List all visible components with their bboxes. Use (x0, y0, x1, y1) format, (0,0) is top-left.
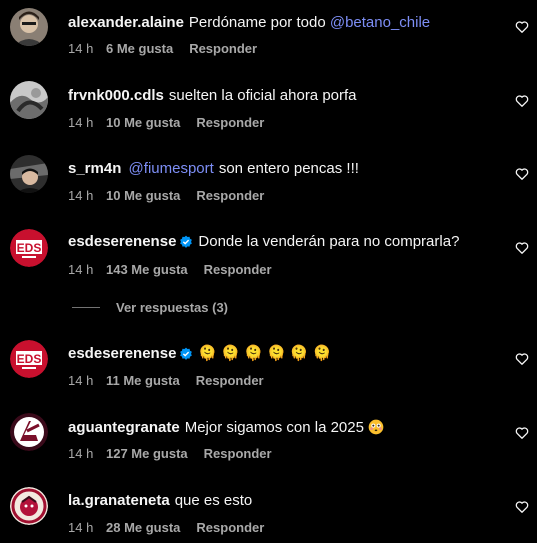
reply-button[interactable]: Responder (196, 373, 264, 389)
comment-text: suelten la oficial ahora porfa (168, 87, 357, 104)
comment-meta: 14 h 10 Me gusta Responder (68, 188, 264, 204)
svg-text:EDS: EDS (17, 241, 42, 255)
comment-username[interactable]: frvnk000.cdls (68, 87, 164, 104)
comment-time[interactable]: 14 h (68, 41, 106, 57)
comment-username[interactable]: esdeserenense (68, 233, 176, 250)
comment-time[interactable]: 14 h (68, 262, 106, 278)
comment-meta: 14 h 10 Me gusta Responder (68, 115, 264, 131)
comment-line: la.granateneta que es esto (68, 491, 497, 511)
comment-mention[interactable]: @fiumesport (129, 160, 214, 177)
avatar[interactable]: EDS (10, 229, 48, 267)
view-replies-button[interactable]: Ver respuestas (3) (72, 299, 228, 317)
comment-meta: 14 h 28 Me gusta Responder (68, 520, 264, 536)
comment-text: que es esto (174, 492, 253, 509)
comment-likes[interactable]: 11 Me gusta (106, 373, 180, 389)
comment-meta: 14 h 11 Me gusta Responder (68, 373, 264, 389)
avatar[interactable] (10, 487, 48, 525)
comment-mention[interactable]: @betano_chile (330, 14, 430, 31)
comment-meta: 14 h 143 Me gusta Responder (68, 262, 272, 278)
comment-likes[interactable]: 10 Me gusta (106, 188, 180, 204)
avatar[interactable] (10, 413, 48, 451)
comment-line: esdeserenense 🫠 🫠 🫠 🫠 🫠 🫠 (68, 344, 497, 364)
comment-line: alexander.alaine Perdóname por todo @beta… (68, 13, 497, 33)
reply-button[interactable]: Responder (196, 520, 264, 536)
verified-badge-icon (180, 235, 193, 248)
heart-outline-icon[interactable] (515, 426, 529, 440)
heart-outline-icon[interactable] (515, 352, 529, 366)
svg-text:EDS: EDS (17, 352, 42, 366)
comment-username[interactable]: alexander.alaine (68, 14, 184, 31)
comment-line: s_rm4n @fiumesport son entero pencas !!! (68, 159, 497, 179)
reply-button[interactable]: Responder (196, 115, 264, 131)
comment-text: 🫠 🫠 🫠 🫠 🫠 🫠 (198, 345, 332, 362)
reply-button[interactable]: Responder (204, 262, 272, 278)
reply-button[interactable]: Responder (189, 41, 257, 57)
comment-text: Mejor sigamos con la 2025 (184, 419, 364, 436)
comment-likes[interactable]: 6 Me gusta (106, 41, 173, 57)
comment-text: Perdóname por todo (188, 14, 326, 31)
view-replies-label[interactable]: Ver respuestas (3) (116, 300, 228, 315)
comment-username[interactable]: s_rm4n (68, 160, 121, 177)
comment-likes[interactable]: 143 Me gusta (106, 262, 188, 278)
comment-line: frvnk000.cdls suelten la oficial ahora po… (68, 86, 497, 106)
flushed-face-emoji (368, 419, 384, 435)
heart-outline-icon[interactable] (515, 20, 529, 34)
avatar[interactable] (10, 8, 48, 46)
comment-line: esdeserenense Donde la venderán para no c… (68, 232, 497, 252)
avatar[interactable] (10, 81, 48, 119)
avatar[interactable]: EDS (10, 340, 48, 378)
comment-time[interactable]: 14 h (68, 188, 106, 204)
comment-username[interactable]: aguantegranate (68, 419, 180, 436)
reply-button[interactable]: Responder (196, 188, 264, 204)
avatar[interactable] (10, 155, 48, 193)
comment-meta: 14 h6 Me gusta Responder (68, 41, 257, 57)
comment-text: Donde la venderán para no comprarla? (198, 233, 460, 250)
heart-outline-icon[interactable] (515, 500, 529, 514)
comment-meta: 14 h 127 Me gusta Responder (68, 446, 272, 462)
heart-outline-icon[interactable] (515, 94, 529, 108)
reply-button[interactable]: Responder (204, 446, 272, 462)
comment-time[interactable]: 14 h (68, 115, 106, 131)
comment-time[interactable]: 14 h (68, 373, 106, 389)
comment-text: son entero pencas !!! (218, 160, 359, 177)
comment-time[interactable]: 14 h (68, 520, 106, 536)
comment-line: aguantegranate Mejor sigamos con la 2025 (68, 418, 497, 438)
comment-username[interactable]: la.granateneta (68, 492, 170, 509)
replies-divider (72, 307, 100, 308)
comment-likes[interactable]: 10 Me gusta (106, 115, 180, 131)
verified-badge-icon (180, 347, 193, 360)
heart-outline-icon[interactable] (515, 241, 529, 255)
comment-username[interactable]: esdeserenense (68, 345, 176, 362)
comment-time[interactable]: 14 h (68, 446, 106, 462)
comment-likes[interactable]: 127 Me gusta (106, 446, 188, 462)
comment-likes[interactable]: 28 Me gusta (106, 520, 180, 536)
heart-outline-icon[interactable] (515, 167, 529, 181)
